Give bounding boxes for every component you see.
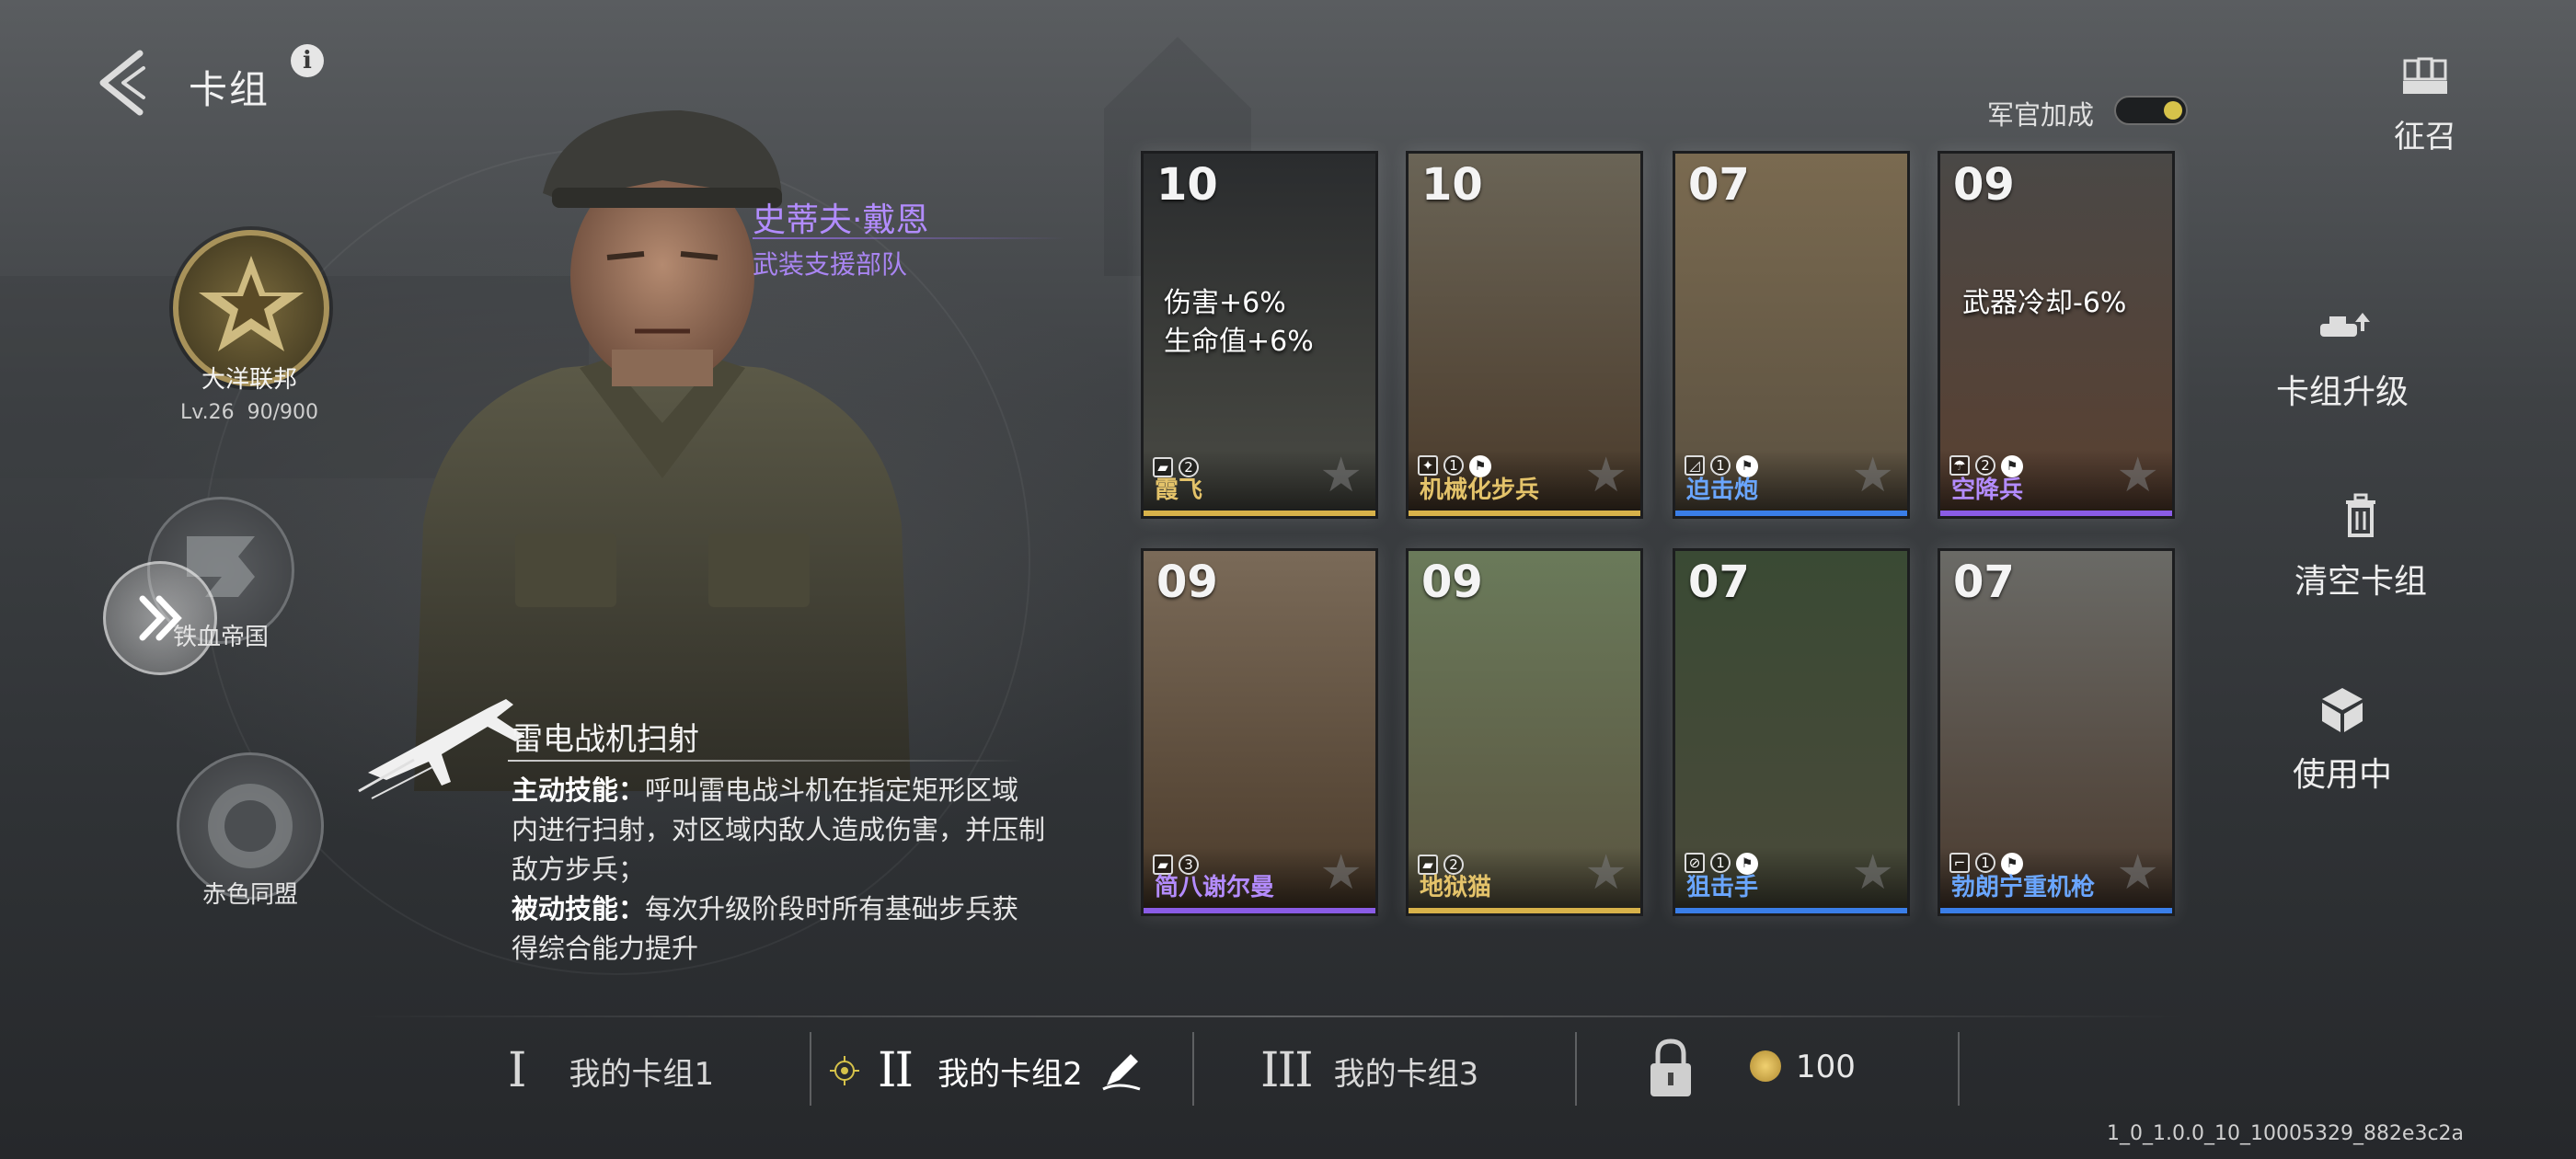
skill-title: 雷电战机扫射 [512,721,699,758]
card-slot-4[interactable]: 09 武器冷却-6% ☂ 2 ⚑ 空降兵 ★ [1938,151,2175,519]
currency-amount: 100 [1796,1049,1856,1085]
card-slot-7[interactable]: 07 ⊘ 1 ⚑ 狙击手 ★ [1673,548,1910,916]
coin-icon [1750,1050,1781,1082]
card-name: 地狱猫 [1420,874,1492,901]
star-icon: ★ [1851,845,1894,901]
card-buff: 伤害+6% 生命值+6% [1164,287,1314,358]
tab-divider [810,1032,811,1106]
card-slot-8[interactable]: 07 ⌐ 1 ⚑ 勃朗宁重机枪 ★ [1938,548,2175,916]
crosshair-icon [830,1056,859,1085]
rarity-stripe [1144,511,1375,516]
toggle-knob [2164,101,2182,120]
edit-pen-icon[interactable] [1099,1049,1144,1093]
cube-icon [2322,688,2363,732]
card-name: 空降兵 [1951,476,2024,504]
card-cost: 10 [1156,159,1218,211]
lock-icon [1650,1039,1691,1096]
star-eagle-icon [199,256,304,351]
rarity-stripe [1409,511,1640,516]
card-slot-1[interactable]: 10 伤害+6% 生命值+6% ▰ 2 霞飞 ★ [1141,151,1378,519]
officer-bonus-toggle[interactable] [2114,96,2188,125]
rarity-stripe [1940,908,2172,913]
deck-upgrade-button[interactable]: 卡组升级 [2241,304,2444,413]
back-button[interactable] [92,46,156,120]
card-cost: 09 [1421,557,1483,608]
card-slot-2[interactable]: 10 ✦ 1 ⚑ 机械化步兵 ★ [1406,151,1643,519]
skill-divider [508,760,1023,762]
card-cost: 07 [1688,159,1750,211]
trash-icon [2346,493,2375,537]
card-buff: 武器冷却-6% [1962,287,2127,319]
skill-description: 主动技能：呼叫雷电战斗机在指定矩形区域内进行扫射，对区域内敌人造成伤害，并压制敌… [512,775,1046,964]
rarity-stripe [1409,908,1640,913]
tab-divider [1575,1032,1577,1106]
version-text: 1_0_1.0.0_10_10005329_882e3c2a [2107,1122,2465,1145]
rarity-stripe [1144,908,1375,913]
card-slot-5[interactable]: 09 ▰ 3 简八谢尔曼 ★ [1141,548,1378,916]
back-arrow-icon [99,50,145,116]
star-icon: ★ [2116,845,2159,901]
recruit-button[interactable]: 征召 [2324,55,2526,156]
star-icon: ★ [1584,845,1627,901]
commander-name-underline [753,237,1065,239]
faction-level: Lv.26 90/900 [180,401,318,424]
card-name: 简八谢尔曼 [1155,874,1275,901]
tab-deck-1[interactable]: I 我的卡组1 [508,1041,714,1100]
card-cost: 10 [1421,159,1483,211]
rarity-stripe [1675,908,1907,913]
commander-unit: 武装支援部队 [753,249,908,280]
tank-upgrade-icon [2320,313,2370,337]
tab-deck-3[interactable]: III 我的卡组3 [1260,1041,1478,1100]
faction-name-1: 大洋联邦 [201,366,297,394]
locked-slot-button[interactable] [1647,1036,1695,1100]
star-icon: ★ [1851,448,1894,503]
star-icon: ★ [2116,448,2159,503]
rarity-stripe [1675,511,1907,516]
faction-name-3: 赤色同盟 [201,881,298,909]
tab-divider [1192,1032,1194,1106]
page-title: 卡组 [189,67,270,112]
tab-divider [1958,1032,1960,1106]
star-icon: ★ [1319,448,1363,503]
card-name: 狙击手 [1686,874,1759,901]
recruit-cards-icon [2403,57,2447,94]
star-icon: ★ [1319,845,1363,901]
in-use-button[interactable]: 使用中 [2241,686,2444,796]
info-icon[interactable]: i [291,44,324,77]
card-cost: 07 [1688,557,1750,608]
card-name: 迫击炮 [1686,476,1759,504]
card-cost: 09 [1953,159,2015,211]
card-name: 霞飞 [1155,476,1203,504]
tab-deck-2[interactable]: II 我的卡组2 [828,1041,1144,1100]
tab-bar-divider [350,1016,2190,1017]
clear-deck-button[interactable]: 清空卡组 [2260,493,2462,602]
fighter-plane-icon [358,699,524,799]
officer-bonus-label: 军官加成 [1987,99,2095,131]
card-slot-6[interactable]: 09 ▰ 2 地狱猫 ★ [1406,548,1643,916]
commander-name: 史蒂夫·戴恩 [753,201,929,239]
faction-name-2: 铁血帝国 [172,624,269,651]
rarity-stripe [1940,511,2172,516]
card-cost: 07 [1953,557,2015,608]
card-cost: 09 [1156,557,1218,608]
card-name: 机械化步兵 [1420,476,1540,504]
card-slot-3[interactable]: 07 ◿ 1 ⚑ 迫击炮 ★ [1673,151,1910,519]
star-icon: ★ [1584,448,1627,503]
card-name: 勃朗宁重机枪 [1951,874,2096,901]
